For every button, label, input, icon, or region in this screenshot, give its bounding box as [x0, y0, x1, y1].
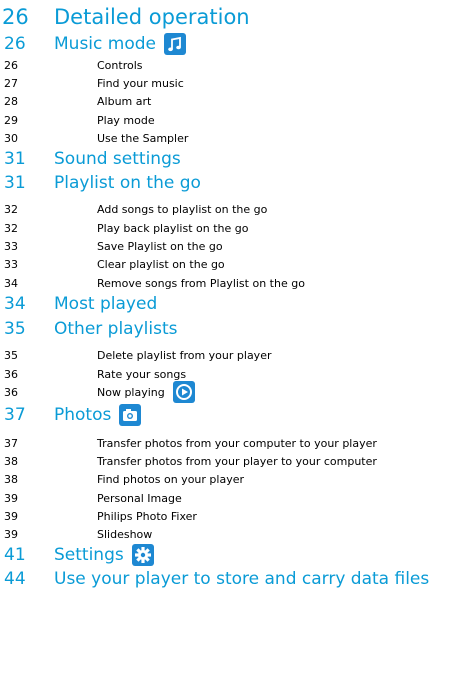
page-number: 44 — [4, 569, 26, 589]
toc-title-text: Transfer photos from your player to your… — [97, 454, 377, 468]
toc-title-text: Slideshow — [97, 527, 153, 541]
page-number: 32 — [4, 221, 18, 235]
toc-title: Delete playlist from your player — [97, 349, 272, 362]
toc-title: Photos — [54, 404, 142, 426]
page-number: 26 — [4, 58, 18, 72]
toc-title: Remove songs from Playlist on the go — [97, 277, 305, 290]
page-number: 35 — [4, 319, 26, 339]
page-number: 37 — [4, 436, 18, 450]
toc-title-text: Personal Image — [97, 491, 182, 505]
toc-title-text: Play back playlist on the go — [97, 221, 249, 235]
toc-title-text: Sound settings — [54, 149, 181, 169]
toc-title: Transfer photos from your player to your… — [97, 455, 377, 468]
page-number: 38 — [4, 454, 18, 468]
page-number: 31 — [4, 173, 26, 193]
page-number: 28 — [4, 94, 18, 108]
toc-title: Slideshow — [97, 528, 152, 541]
page-number: 37 — [4, 405, 26, 425]
page-number: 27 — [4, 76, 18, 90]
toc-title-text: Controls — [97, 58, 143, 72]
toc-title: Now playing — [97, 381, 195, 403]
toc-title-text: Rate your songs — [97, 367, 187, 381]
toc-title-text: Remove songs from Playlist on the go — [97, 276, 305, 290]
page-number: 26 — [2, 5, 29, 29]
toc-title-text: Clear playlist on the go — [97, 257, 225, 271]
toc-title-text: Most played — [54, 294, 158, 314]
toc-title: Settings — [54, 544, 154, 566]
toc-title-text: Playlist on the go — [54, 173, 201, 193]
page-number: 30 — [4, 131, 18, 145]
toc-title-text: Find your music — [97, 76, 184, 90]
toc-title-text: Play mode — [97, 113, 155, 127]
toc-title: Play back playlist on the go — [97, 222, 248, 235]
toc-title: Transfer photos from your computer to yo… — [97, 437, 377, 450]
page-number: 39 — [4, 509, 18, 523]
play-circle-icon — [172, 381, 195, 403]
toc-title-text: Now playing — [97, 385, 165, 399]
toc-title-text: Transfer photos from your computer to yo… — [97, 436, 377, 450]
page-number: 31 — [4, 149, 26, 169]
page-number: 32 — [4, 202, 18, 216]
toc-title: Clear playlist on the go — [97, 258, 225, 271]
toc-title: Playlist on the go — [54, 173, 201, 193]
toc-title: Personal Image — [97, 492, 182, 505]
toc-title: Use the Sampler — [97, 132, 188, 145]
page-number: 39 — [4, 491, 18, 505]
toc-title-text: Detailed operation — [54, 5, 250, 29]
toc-title: Detailed operation — [54, 5, 250, 29]
toc-title: Philips Photo Fixer — [97, 510, 197, 523]
page-number: 39 — [4, 527, 18, 541]
toc-title-text: Use your player to store and carry data … — [54, 569, 430, 589]
toc-title-text: Other playlists — [54, 319, 178, 339]
toc-title-text: Save Playlist on the go — [97, 239, 223, 253]
toc-title-text: Photos — [54, 405, 112, 425]
toc-title-text: Album art — [97, 94, 152, 108]
toc-title-text: Music mode — [54, 34, 156, 54]
toc-title-text: Philips Photo Fixer — [97, 509, 197, 523]
page-number: 34 — [4, 294, 26, 314]
gear-icon — [131, 544, 154, 566]
page-number: 36 — [4, 385, 18, 399]
page-number: 38 — [4, 472, 18, 486]
toc-title: Album art — [97, 95, 151, 108]
toc-title: Controls — [97, 59, 143, 72]
camera-icon — [119, 404, 142, 426]
page-number: 34 — [4, 276, 18, 290]
toc-title: Sound settings — [54, 149, 181, 169]
toc-title: Find photos on your player — [97, 473, 244, 486]
music-note-icon — [163, 33, 186, 55]
toc-title: Find your music — [97, 77, 184, 90]
toc-title: Play mode — [97, 114, 155, 127]
toc-title-text: Settings — [54, 545, 124, 565]
toc-title-text: Add songs to playlist on the go — [97, 202, 268, 216]
page-number: 36 — [4, 367, 18, 381]
toc-title-text: Find photos on your player — [97, 472, 244, 486]
page-number: 26 — [4, 34, 26, 54]
toc-title: Rate your songs — [97, 368, 186, 381]
toc-title: Other playlists — [54, 319, 178, 339]
page-number: 41 — [4, 545, 26, 565]
toc-title: Use your player to store and carry data … — [54, 569, 429, 589]
page-number: 35 — [4, 348, 18, 362]
toc-title: Most played — [54, 294, 157, 314]
toc-title-text: Use the Sampler — [97, 131, 189, 145]
toc-title: Add songs to playlist on the go — [97, 203, 267, 216]
page-number: 33 — [4, 257, 18, 271]
toc-title-text: Delete playlist from your player — [97, 348, 272, 362]
toc-title: Save Playlist on the go — [97, 240, 223, 253]
page-number: 33 — [4, 239, 18, 253]
toc-title: Music mode — [54, 33, 186, 55]
page-number: 29 — [4, 113, 18, 127]
